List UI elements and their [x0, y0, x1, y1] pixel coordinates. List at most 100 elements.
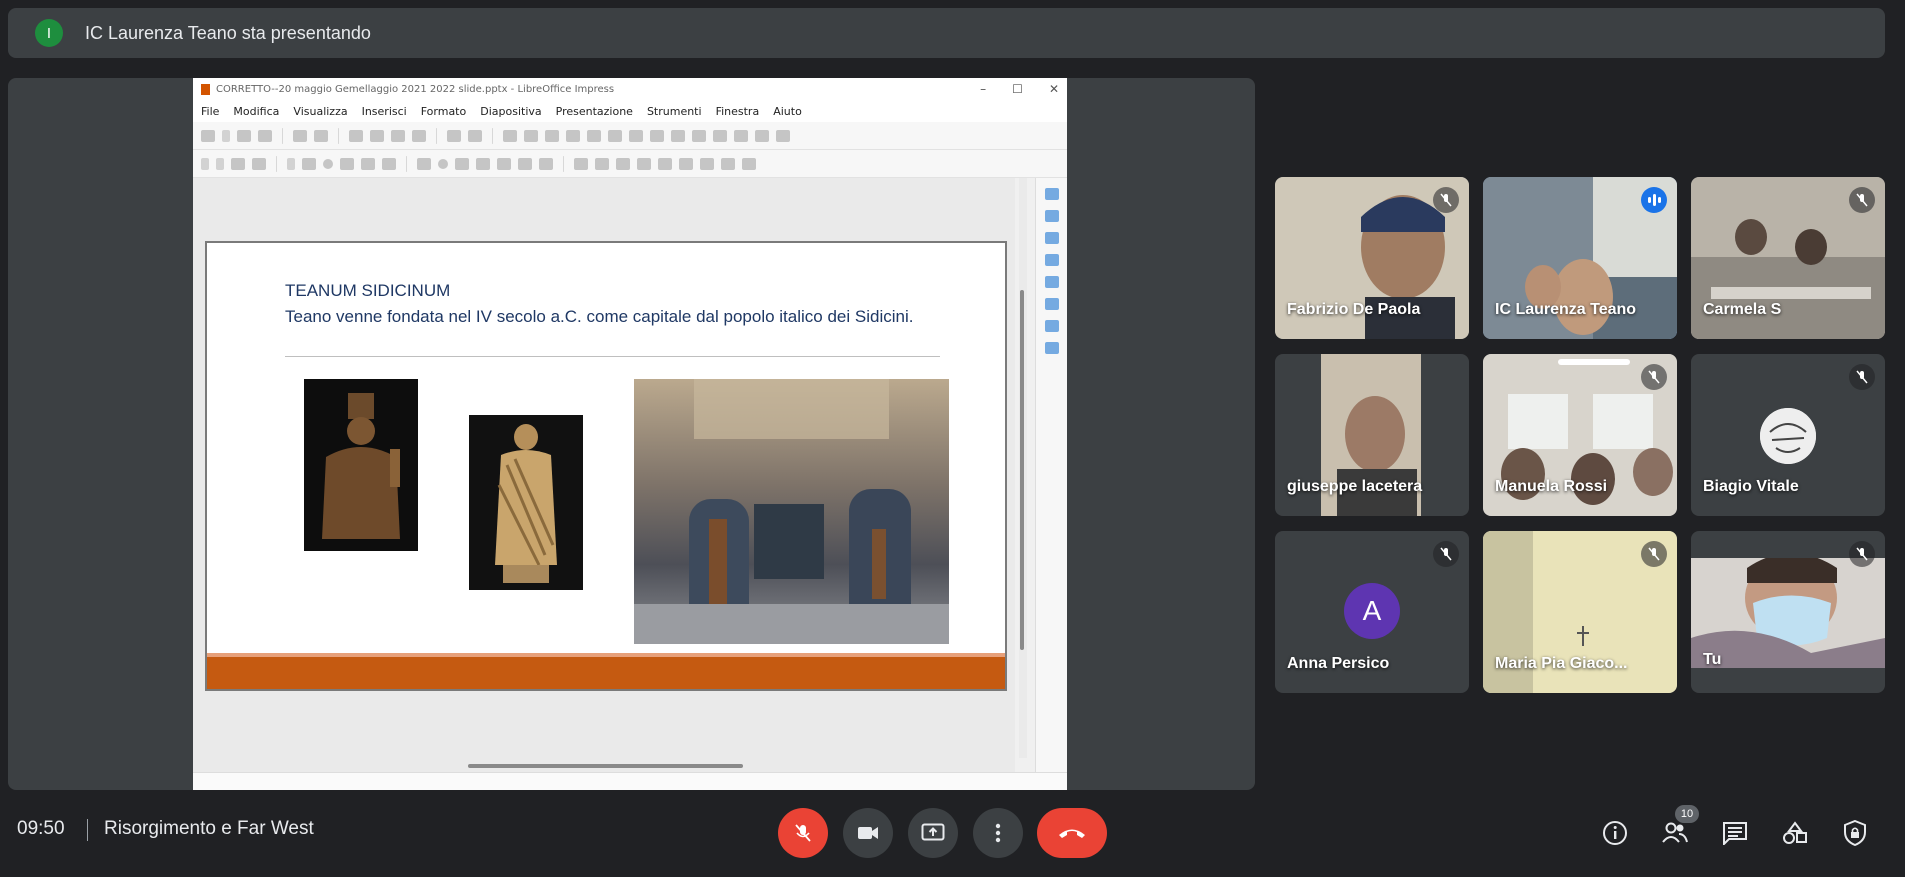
- present-screen-button[interactable]: [908, 808, 958, 858]
- maximize-icon[interactable]: ☐: [1012, 82, 1023, 96]
- special-char-icon[interactable]: [734, 129, 748, 142]
- open-icon[interactable]: [237, 129, 251, 142]
- menu-formato[interactable]: Formato: [421, 105, 467, 118]
- statue-image-1[interactable]: [304, 379, 418, 551]
- menu-strumenti[interactable]: Strumenti: [647, 105, 702, 118]
- menu-modifica[interactable]: Modifica: [233, 105, 279, 118]
- horizontal-scrollbar[interactable]: [193, 758, 1015, 772]
- menu-presentazione[interactable]: Presentazione: [556, 105, 633, 118]
- participant-tile[interactable]: Biagio Vitale: [1691, 354, 1885, 516]
- participant-tile[interactable]: A Anna Persico: [1275, 531, 1469, 693]
- statue-image-2[interactable]: [469, 415, 583, 590]
- more-options-button[interactable]: [973, 808, 1023, 858]
- stars-icon[interactable]: [518, 157, 532, 170]
- symbol-shapes-icon[interactable]: [438, 158, 448, 169]
- gallery-icon[interactable]: [1044, 320, 1059, 332]
- menu-file[interactable]: File: [201, 105, 219, 118]
- activities-button[interactable]: [1780, 818, 1810, 848]
- menu-diapositiva[interactable]: Diapositiva: [480, 105, 541, 118]
- media-icon[interactable]: [671, 129, 685, 142]
- shadow-icon[interactable]: [658, 157, 672, 170]
- print-icon[interactable]: [314, 129, 328, 142]
- slide-transition-icon[interactable]: [1044, 210, 1059, 222]
- redo-icon[interactable]: [468, 129, 482, 142]
- distribute-icon[interactable]: [637, 157, 651, 170]
- glue-icon[interactable]: [742, 157, 756, 170]
- vertical-scrollbar[interactable]: [1019, 178, 1027, 758]
- slide-body-text[interactable]: Teano venne fondata nel IV secolo a.C. c…: [285, 305, 945, 329]
- menu-aiuto[interactable]: Aiuto: [773, 105, 802, 118]
- styles-icon[interactable]: [1044, 298, 1059, 310]
- participant-tile[interactable]: Carmela S: [1691, 177, 1885, 339]
- ellipse-icon[interactable]: [323, 158, 333, 169]
- animation-icon[interactable]: [1044, 232, 1059, 244]
- participant-tile[interactable]: Fabrizio De Paola: [1275, 177, 1469, 339]
- minimize-icon[interactable]: –: [980, 82, 986, 96]
- zoom-icon[interactable]: [216, 157, 224, 170]
- new-icon[interactable]: [201, 129, 215, 142]
- basic-shapes-icon[interactable]: [417, 157, 431, 170]
- close-icon[interactable]: ✕: [1049, 82, 1059, 96]
- line-color-icon[interactable]: [231, 157, 245, 170]
- curve-icon[interactable]: [361, 157, 375, 170]
- hyperlink-icon[interactable]: [776, 129, 790, 142]
- paste-icon[interactable]: [391, 129, 405, 142]
- menu-inserisci[interactable]: Inserisci: [362, 105, 407, 118]
- shapes-icon[interactable]: [1044, 276, 1059, 288]
- crop-icon[interactable]: [679, 157, 693, 170]
- camera-toggle-button[interactable]: [843, 808, 893, 858]
- arrow-icon[interactable]: [340, 157, 354, 170]
- menu-finestra[interactable]: Finestra: [716, 105, 760, 118]
- navigator-icon[interactable]: [1044, 342, 1059, 354]
- display-views-icon[interactable]: [566, 129, 580, 142]
- textbox-icon[interactable]: [713, 129, 727, 142]
- participant-tile[interactable]: giuseppe lacetera: [1275, 354, 1469, 516]
- clone-icon[interactable]: [412, 129, 426, 142]
- microphone-toggle-button[interactable]: [778, 808, 828, 858]
- grid-icon[interactable]: [545, 129, 559, 142]
- flowchart-icon[interactable]: [476, 157, 490, 170]
- 3d-objects-icon[interactable]: [539, 157, 553, 170]
- master-slide-icon[interactable]: [587, 129, 601, 142]
- table-icon[interactable]: [629, 129, 643, 142]
- find-icon[interactable]: [503, 129, 517, 142]
- leave-call-button[interactable]: [1037, 808, 1107, 858]
- participant-tile[interactable]: Manuela Rossi: [1483, 354, 1677, 516]
- fill-color-icon[interactable]: [252, 157, 266, 170]
- dropdown-icon[interactable]: [222, 129, 230, 142]
- align-icon[interactable]: [595, 157, 609, 170]
- spellcheck-icon[interactable]: [524, 129, 538, 142]
- slide-title[interactable]: TEANUM SIDICINUM: [285, 281, 450, 301]
- filter-icon[interactable]: [700, 157, 714, 170]
- undo-icon[interactable]: [447, 129, 461, 142]
- chat-button[interactable]: [1720, 818, 1750, 848]
- meeting-details-button[interactable]: [1600, 818, 1630, 848]
- people-button[interactable]: 10: [1660, 805, 1699, 848]
- image-icon[interactable]: [650, 129, 664, 142]
- menu-visualizza[interactable]: Visualizza: [293, 105, 347, 118]
- connector-icon[interactable]: [382, 157, 396, 170]
- start-icon[interactable]: [608, 129, 622, 142]
- participant-tile[interactable]: Maria Pia Giaco...: [1483, 531, 1677, 693]
- scroll-thumb[interactable]: [1020, 290, 1024, 650]
- arrange-icon[interactable]: [616, 157, 630, 170]
- line-icon[interactable]: [287, 157, 295, 170]
- chart-icon[interactable]: [692, 129, 706, 142]
- cut-icon[interactable]: [349, 129, 363, 142]
- points-icon[interactable]: [721, 157, 735, 170]
- host-controls-button[interactable]: [1840, 818, 1870, 848]
- callouts-icon[interactable]: [497, 157, 511, 170]
- fontwork-icon[interactable]: [755, 129, 769, 142]
- save-icon[interactable]: [258, 129, 272, 142]
- rectangle-icon[interactable]: [302, 157, 316, 170]
- participant-tile-active-speaker[interactable]: IC Laurenza Teano: [1483, 177, 1677, 339]
- master-slides-icon[interactable]: [1044, 254, 1059, 266]
- rotate-icon[interactable]: [574, 157, 588, 170]
- properties-icon[interactable]: [1044, 188, 1059, 200]
- copy-icon[interactable]: [370, 129, 384, 142]
- export-pdf-icon[interactable]: [293, 129, 307, 142]
- museum-photo[interactable]: [634, 369, 949, 644]
- block-arrows-icon[interactable]: [455, 157, 469, 170]
- scroll-thumb[interactable]: [468, 764, 743, 768]
- select-icon[interactable]: [201, 157, 209, 170]
